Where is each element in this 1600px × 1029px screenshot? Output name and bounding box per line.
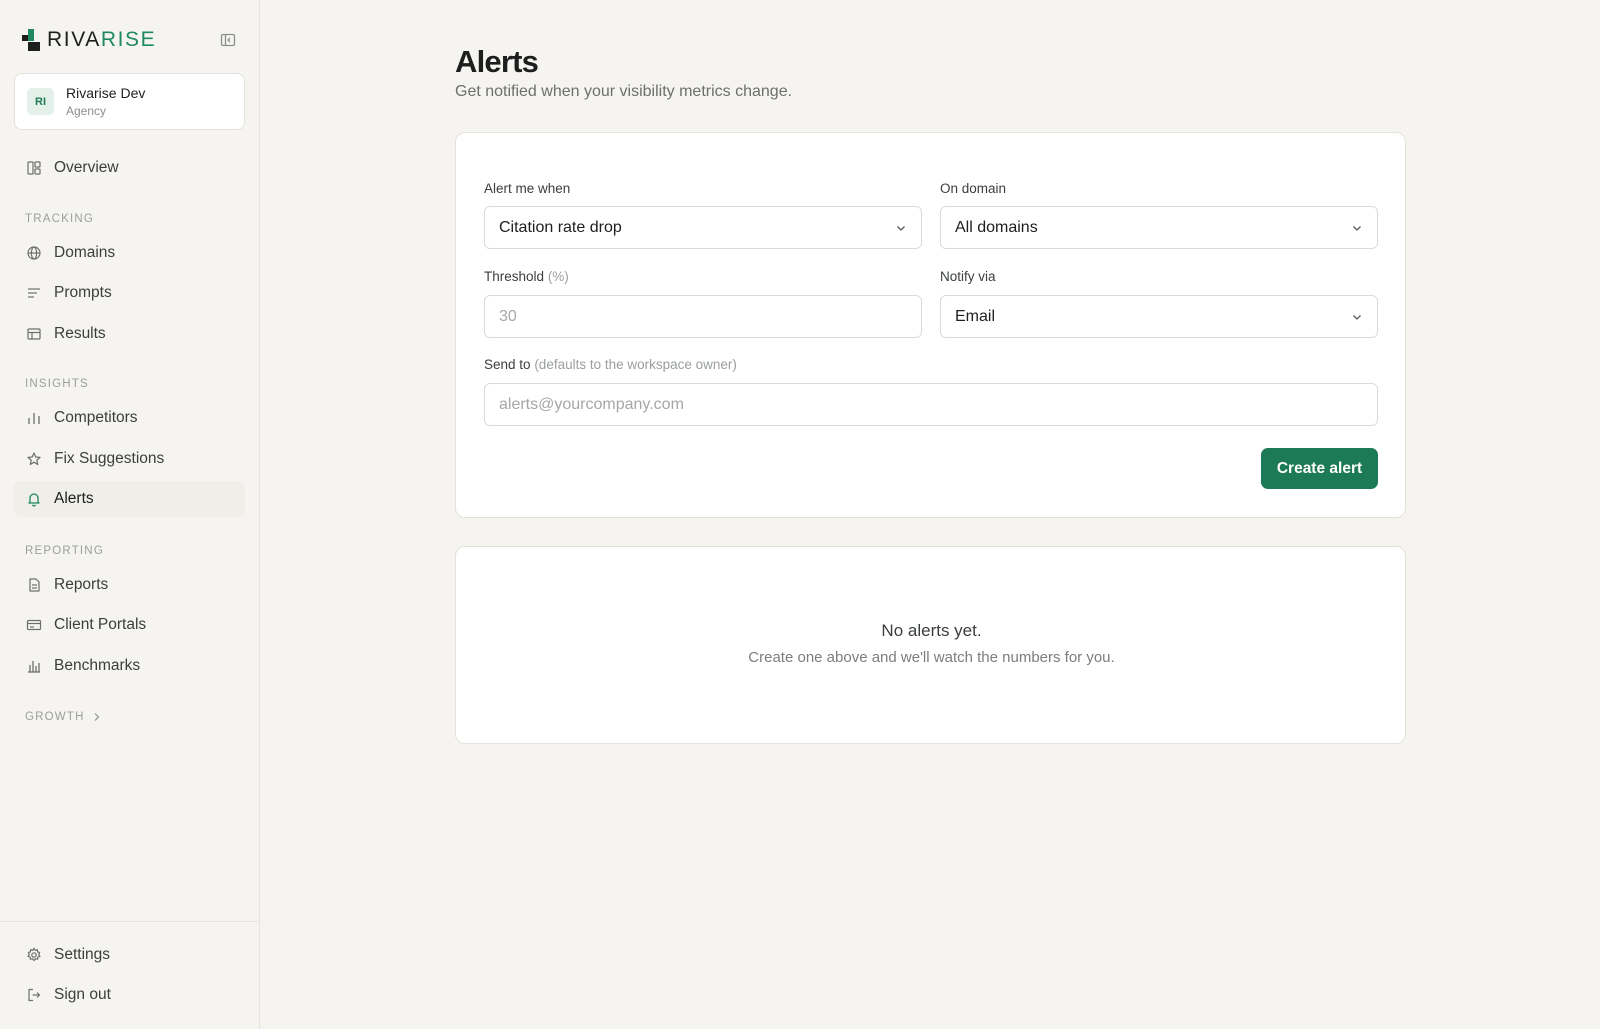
section-growth-label: GROWTH: [25, 711, 85, 723]
workspace-avatar: RI: [27, 88, 54, 115]
nav-results[interactable]: Results: [14, 316, 245, 352]
domain-select[interactable]: All domains: [940, 206, 1378, 249]
threshold-input[interactable]: 30: [484, 295, 922, 338]
benchmark-chart-icon: [28, 661, 40, 673]
portal-card-icon: [26, 619, 42, 631]
nav-benchmarks-label: Benchmarks: [54, 657, 141, 674]
nav-overview-label: Overview: [54, 159, 119, 176]
nav-fix-suggestions[interactable]: Fix Suggestions: [14, 441, 245, 477]
bar-chart-icon: [28, 413, 40, 424]
alert-when-label: Alert me when: [484, 181, 571, 196]
page-title: Alerts: [455, 44, 539, 79]
workspace-name: Rivarise Dev: [66, 85, 146, 101]
section-growth-toggle[interactable]: GROWTH: [25, 711, 101, 723]
nav-reports-label: Reports: [54, 576, 109, 593]
nav-overview[interactable]: Overview: [14, 150, 245, 186]
globe-icon: [27, 246, 41, 260]
nav-alerts-label: Alerts: [54, 490, 94, 507]
nav-results-label: Results: [54, 325, 106, 342]
nav-reports[interactable]: Reports: [14, 567, 245, 603]
nav-sign-out-label: Sign out: [54, 986, 111, 1003]
nav-domains-label: Domains: [54, 244, 116, 261]
brand-logo[interactable]: RIVARISE: [22, 28, 156, 52]
nav-client-portals-label: Client Portals: [54, 616, 147, 633]
threshold-label: Threshold (%): [484, 269, 569, 284]
chevron-down-icon: [1353, 314, 1361, 320]
nav-alerts[interactable]: Alerts: [14, 481, 245, 517]
create-alert-button[interactable]: Create alert: [1261, 448, 1378, 489]
section-insights: INSIGHTS: [25, 378, 89, 390]
chevron-down-icon: [897, 225, 905, 231]
document-icon: [29, 578, 40, 592]
domain-label: On domain: [940, 181, 1007, 196]
alert-when-value: Citation rate drop: [499, 218, 622, 236]
create-alert-card: Alert me when Citation rate drop On doma…: [455, 132, 1406, 518]
empty-state-subtitle: Create one above and we'll watch the num…: [748, 649, 1115, 666]
nav-benchmarks[interactable]: Benchmarks: [14, 648, 245, 684]
page-subtitle: Get notified when your visibility metric…: [455, 83, 793, 100]
chevron-right-icon: [94, 713, 100, 721]
section-tracking: TRACKING: [25, 213, 95, 225]
table-icon: [27, 328, 41, 340]
send-to-label: Send to (defaults to the workspace owner…: [484, 357, 737, 372]
alerts-empty-state: No alerts yet. Create one above and we'l…: [455, 546, 1406, 744]
send-to-input[interactable]: alerts@yourcompany.com: [484, 383, 1378, 426]
threshold-placeholder: 30: [499, 307, 517, 325]
nav-prompts[interactable]: Prompts: [14, 275, 245, 311]
domain-value: All domains: [955, 218, 1038, 236]
brand-mark-icon: [22, 29, 44, 51]
notify-select[interactable]: Email: [940, 295, 1378, 338]
overview-grid-icon: [27, 161, 41, 175]
threshold-unit-hint: (%): [547, 269, 569, 284]
collapse-sidebar-icon[interactable]: [218, 30, 238, 50]
bell-icon: [28, 493, 40, 507]
nav-competitors[interactable]: Competitors: [14, 400, 245, 436]
gear-icon: [27, 947, 41, 962]
notify-label: Notify via: [940, 269, 996, 284]
send-to-hint: (defaults to the workspace owner): [534, 357, 737, 372]
list-lines-icon: [28, 288, 40, 298]
nav-competitors-label: Competitors: [54, 409, 138, 426]
star-icon: [27, 452, 41, 466]
nav-settings-label: Settings: [54, 946, 111, 963]
empty-state-title: No alerts yet.: [881, 621, 982, 640]
notify-value: Email: [955, 307, 996, 325]
nav-fix-suggestions-label: Fix Suggestions: [54, 450, 165, 467]
logo-row: RIVARISE: [22, 27, 238, 53]
send-to-placeholder: alerts@yourcompany.com: [499, 395, 684, 413]
workspace-switcher[interactable]: RI Rivarise Dev Agency: [14, 73, 245, 130]
nav-prompts-label: Prompts: [54, 284, 112, 301]
section-reporting: REPORTING: [25, 545, 104, 557]
nav-domains[interactable]: Domains: [14, 235, 245, 271]
chevron-down-icon: [1353, 225, 1361, 231]
brand-wordmark: RIVARISE: [47, 28, 157, 51]
workspace-type: Agency: [66, 104, 107, 118]
nav-client-portals[interactable]: Client Portals: [14, 607, 245, 643]
nav-settings[interactable]: Settings: [14, 937, 245, 973]
alert-when-select[interactable]: Citation rate drop: [484, 206, 922, 249]
nav-sign-out[interactable]: Sign out: [14, 977, 245, 1013]
sidebar: RIVARISE RI Rivarise Dev Agency Overview…: [0, 0, 260, 1029]
sign-out-icon: [28, 988, 41, 1002]
